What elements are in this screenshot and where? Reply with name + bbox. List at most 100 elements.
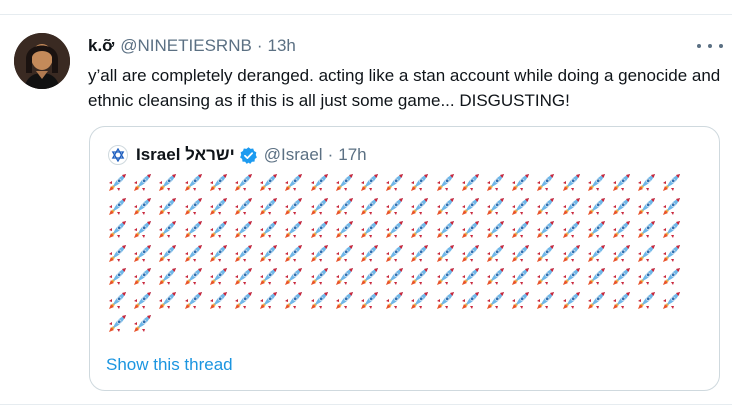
rocket-emoji bbox=[156, 219, 178, 241]
rocket-emoji bbox=[106, 313, 128, 335]
rocket-emoji bbox=[106, 172, 128, 194]
rocket-emoji bbox=[182, 290, 204, 312]
rocket-emoji bbox=[484, 196, 506, 218]
rocket-emoji bbox=[585, 243, 607, 265]
rocket-emoji bbox=[560, 172, 582, 194]
rocket-emoji bbox=[207, 172, 229, 194]
rocket-emoji bbox=[509, 243, 531, 265]
rocket-emoji bbox=[182, 266, 204, 288]
rocket-emoji bbox=[434, 266, 456, 288]
rocket-emoji bbox=[333, 243, 355, 265]
rocket-emoji bbox=[635, 243, 657, 265]
rocket-emoji bbox=[484, 172, 506, 194]
rocket-emoji bbox=[434, 172, 456, 194]
rocket-emoji bbox=[333, 172, 355, 194]
rocket-emoji bbox=[585, 290, 607, 312]
rocket-emoji bbox=[635, 266, 657, 288]
avatar[interactable] bbox=[14, 33, 70, 89]
rocket-emoji bbox=[459, 290, 481, 312]
rocket-emoji bbox=[408, 266, 430, 288]
rocket-emoji bbox=[560, 243, 582, 265]
rocket-emoji bbox=[207, 266, 229, 288]
rocket-emoji bbox=[282, 219, 304, 241]
quoted-handle[interactable]: @Israel bbox=[264, 145, 323, 165]
rocket-emoji bbox=[106, 196, 128, 218]
rocket-emoji bbox=[232, 243, 254, 265]
rocket-emoji bbox=[308, 196, 330, 218]
rocket-emoji bbox=[156, 243, 178, 265]
rocket-emoji bbox=[257, 219, 279, 241]
rocket-emoji bbox=[660, 243, 682, 265]
star-of-david-icon bbox=[108, 145, 128, 165]
rocket-emoji bbox=[232, 290, 254, 312]
timestamp[interactable]: 13h bbox=[268, 36, 296, 56]
display-name[interactable]: k.ỡ bbox=[88, 36, 114, 56]
rocket-emoji bbox=[408, 219, 430, 241]
rocket-emoji bbox=[131, 243, 153, 265]
rocket-emoji bbox=[434, 290, 456, 312]
rocket-emoji bbox=[333, 266, 355, 288]
rocket-emoji bbox=[560, 266, 582, 288]
rocket-emoji bbox=[131, 219, 153, 241]
rocket-emoji bbox=[434, 219, 456, 241]
rocket-emoji bbox=[408, 172, 430, 194]
rocket-emoji bbox=[207, 243, 229, 265]
more-dots-icon[interactable] bbox=[697, 39, 723, 53]
separator-dot: · bbox=[256, 36, 263, 55]
rocket-emoji bbox=[182, 172, 204, 194]
rocket-emoji bbox=[585, 196, 607, 218]
rocket-emoji bbox=[560, 219, 582, 241]
rocket-emoji bbox=[257, 243, 279, 265]
rocket-emoji bbox=[156, 266, 178, 288]
rocket-emoji bbox=[257, 196, 279, 218]
quoted-display-name[interactable]: Israel ישראל bbox=[136, 145, 235, 165]
rocket-emoji bbox=[358, 290, 380, 312]
rocket-emoji bbox=[308, 266, 330, 288]
rocket-emoji bbox=[131, 313, 153, 335]
separator-dot: · bbox=[327, 145, 334, 164]
rocket-emoji bbox=[509, 196, 531, 218]
rocket-emoji bbox=[610, 290, 632, 312]
rocket-emoji bbox=[232, 172, 254, 194]
rocket-emoji bbox=[635, 290, 657, 312]
rocket-emoji bbox=[534, 243, 556, 265]
rocket-emoji bbox=[459, 172, 481, 194]
rocket-emoji bbox=[459, 266, 481, 288]
rocket-emoji bbox=[207, 290, 229, 312]
rocket-emoji bbox=[358, 172, 380, 194]
rocket-emoji bbox=[282, 172, 304, 194]
quoted-tweet-card[interactable]: Israel ישראל @Israel · 17h Show this thr… bbox=[89, 126, 720, 391]
quoted-timestamp[interactable]: 17h bbox=[338, 145, 366, 165]
rocket-emoji bbox=[610, 243, 632, 265]
rocket-emoji bbox=[207, 196, 229, 218]
rocket-emoji bbox=[635, 219, 657, 241]
rocket-emoji bbox=[459, 243, 481, 265]
tweet-text: y’all are completely deranged. acting li… bbox=[88, 66, 721, 110]
rocket-emoji bbox=[484, 219, 506, 241]
rocket-emoji bbox=[358, 196, 380, 218]
handle[interactable]: @NINETIESRNB bbox=[120, 36, 252, 56]
rocket-emoji bbox=[509, 219, 531, 241]
rocket-emoji bbox=[257, 290, 279, 312]
rocket-emoji bbox=[434, 196, 456, 218]
rocket-emoji bbox=[585, 266, 607, 288]
rocket-emoji bbox=[156, 196, 178, 218]
rocket-emoji bbox=[534, 219, 556, 241]
rocket-emoji bbox=[560, 196, 582, 218]
show-thread-link[interactable]: Show this thread bbox=[106, 355, 233, 375]
rocket-emoji bbox=[257, 266, 279, 288]
rocket-emoji bbox=[106, 290, 128, 312]
rocket-emoji bbox=[660, 266, 682, 288]
rocket-emoji bbox=[282, 243, 304, 265]
rocket-emoji bbox=[232, 196, 254, 218]
rocket-emoji bbox=[534, 266, 556, 288]
bottom-divider bbox=[0, 404, 732, 405]
rocket-emoji bbox=[182, 243, 204, 265]
rocket-emoji bbox=[408, 196, 430, 218]
tweet-header: k.ỡ @NINETIESRNB · 13h bbox=[88, 35, 296, 57]
rocket-emoji bbox=[610, 266, 632, 288]
rocket-emoji bbox=[282, 266, 304, 288]
rocket-emoji bbox=[282, 196, 304, 218]
verified-badge-icon bbox=[239, 146, 258, 165]
rocket-emoji bbox=[459, 196, 481, 218]
